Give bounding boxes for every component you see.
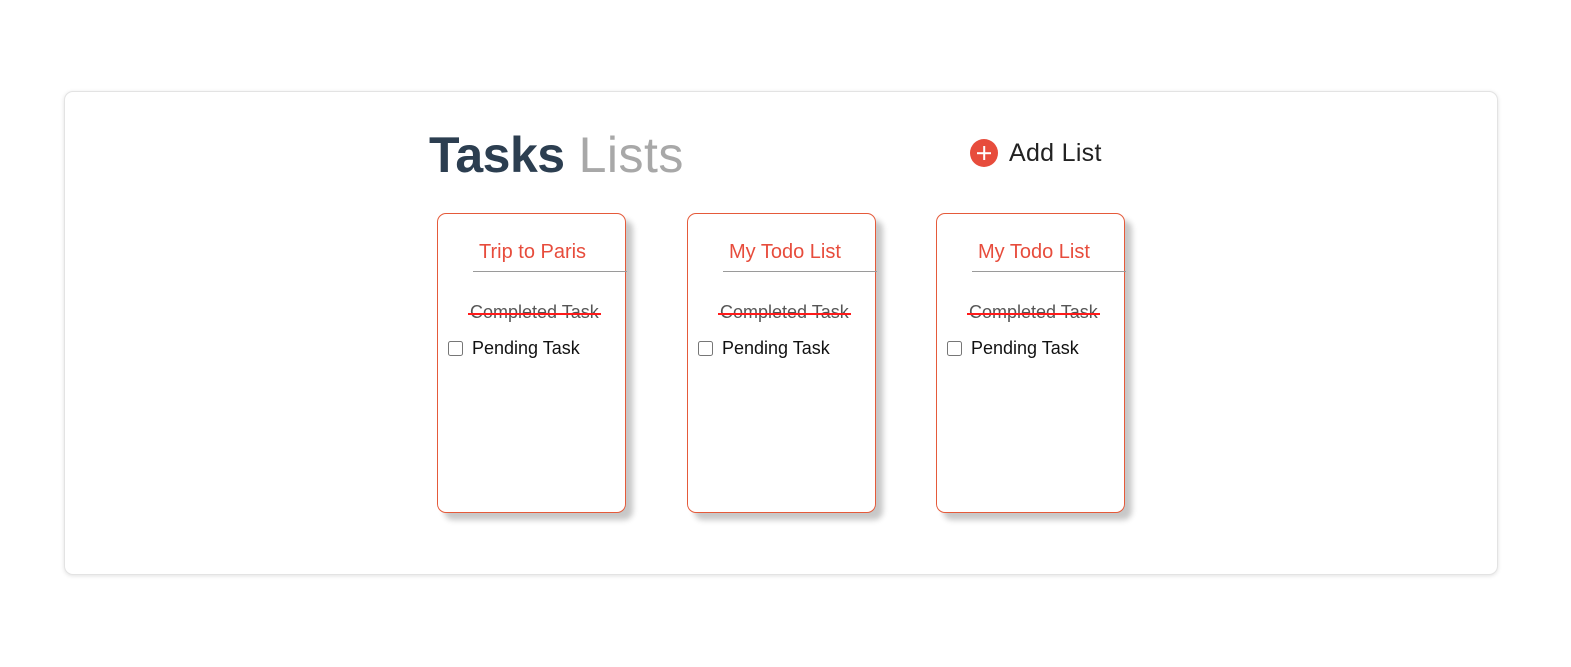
completed-task[interactable]: Completed Task [967, 302, 1100, 323]
page-title-light: Lists [578, 127, 684, 183]
task-checkbox[interactable] [947, 341, 962, 356]
plus-circle-icon [970, 139, 998, 167]
list-card: Completed Task Pending Task [687, 213, 877, 513]
pending-task-label: Pending Task [971, 338, 1079, 358]
task-checkbox[interactable] [448, 341, 463, 356]
strike-line [468, 313, 601, 315]
pending-task[interactable]: Pending Task [947, 338, 1079, 359]
completed-task-label: Completed Task [720, 302, 849, 322]
strike-line [967, 313, 1100, 315]
add-list-button[interactable]: Add List [970, 136, 1102, 170]
pending-task-label: Pending Task [722, 338, 830, 358]
completed-task[interactable]: Completed Task [468, 302, 601, 323]
pending-task-label: Pending Task [472, 338, 580, 358]
completed-task-label: Completed Task [470, 302, 599, 322]
pending-task[interactable]: Pending Task [448, 338, 580, 359]
strike-line [718, 313, 851, 315]
page-title: Tasks Lists [429, 125, 684, 185]
list-title-input[interactable] [473, 234, 627, 272]
list-title-input[interactable] [723, 234, 877, 272]
completed-task-label: Completed Task [969, 302, 1098, 322]
list-title-input[interactable] [972, 234, 1126, 272]
completed-task[interactable]: Completed Task [718, 302, 851, 323]
task-checkbox[interactable] [698, 341, 713, 356]
page-title-strong: Tasks [429, 127, 565, 183]
pending-task[interactable]: Pending Task [698, 338, 830, 359]
list-card: Completed Task Pending Task [936, 213, 1126, 513]
list-card: Completed Task Pending Task [437, 213, 627, 513]
add-list-label: Add List [1009, 138, 1102, 167]
